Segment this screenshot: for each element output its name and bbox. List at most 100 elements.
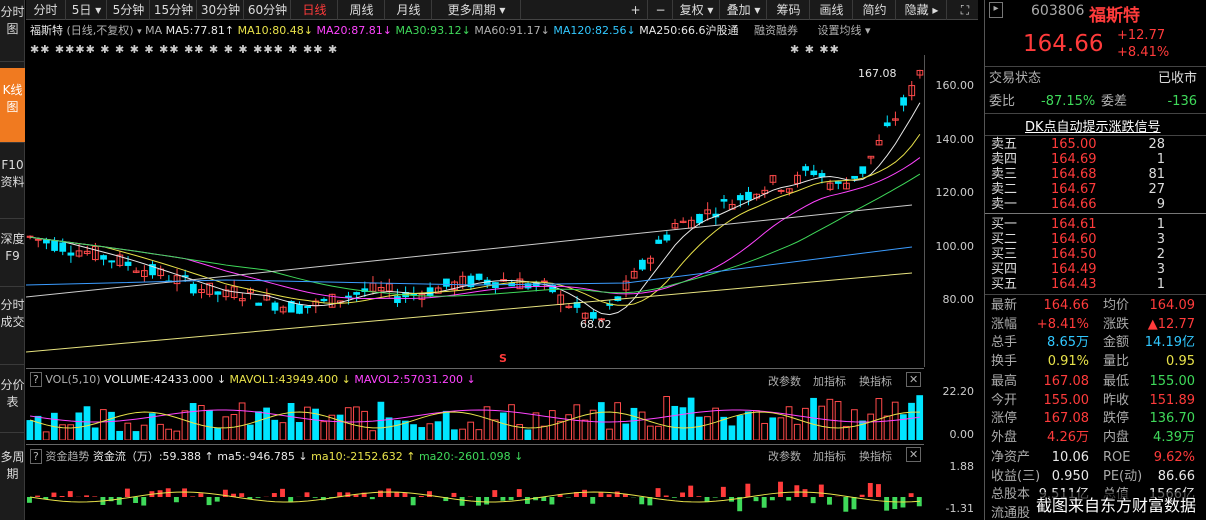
zoom-in-button[interactable]: + bbox=[624, 0, 648, 20]
fund-bar bbox=[206, 497, 212, 506]
period-5min[interactable]: 5分钟 bbox=[108, 0, 150, 20]
fund-bar bbox=[451, 492, 457, 497]
tab-time-share[interactable]: 分时图 bbox=[0, 0, 25, 62]
hide-button[interactable]: 隐藏 ▸ bbox=[897, 0, 947, 20]
volume-bar bbox=[140, 424, 148, 440]
margin-label[interactable]: 融资融券 bbox=[754, 24, 798, 37]
left-sidebar: 分时图 K线图 F10资料 深度F9 分时成交 分价表 多周期 bbox=[0, 0, 25, 520]
vol-swap-indicator-button[interactable]: 换指标 bbox=[859, 373, 892, 389]
volume-bar bbox=[83, 406, 91, 440]
volume-bar bbox=[91, 427, 99, 440]
volume-bar bbox=[777, 417, 785, 440]
tab-kline[interactable]: K线图 bbox=[0, 68, 25, 143]
fund-bar bbox=[867, 482, 873, 497]
period-weekly[interactable]: 周线 bbox=[339, 0, 385, 20]
adjust-button[interactable]: 复权 ▾ bbox=[674, 0, 720, 20]
candle-body bbox=[720, 199, 728, 202]
tab-f10[interactable]: F10资料 bbox=[0, 149, 25, 219]
fund-bar bbox=[67, 491, 73, 497]
ma250-value: MA250:66.6 bbox=[639, 24, 706, 37]
fund-bar bbox=[786, 497, 792, 501]
volume-bar bbox=[206, 410, 213, 440]
period-toolbar: 分时 5日 ▾ 5分钟 15分钟 30分钟 60分钟 日线 周线 月线 更多周期… bbox=[26, 0, 978, 20]
fund-bar bbox=[59, 496, 65, 497]
tab-trades[interactable]: 分时成交 bbox=[0, 293, 25, 365]
vol-tick: 22.20 bbox=[942, 385, 975, 398]
overlay-button[interactable]: 叠加 ▾ bbox=[721, 0, 767, 20]
volume-value: VOLUME:42433.000 bbox=[104, 373, 214, 386]
candle-body bbox=[810, 170, 818, 176]
tab-price-dist[interactable]: 分价表 bbox=[0, 371, 25, 433]
volume-bar bbox=[222, 416, 230, 440]
vol-change-params-button[interactable]: 改参数 bbox=[768, 373, 801, 389]
candle-body bbox=[59, 242, 67, 252]
fund-bar bbox=[908, 493, 914, 497]
period-monthly[interactable]: 月线 bbox=[386, 0, 432, 20]
price-change-pct: +8.41% bbox=[1117, 45, 1170, 60]
fund-bar bbox=[255, 497, 261, 498]
volume-bar bbox=[728, 425, 736, 440]
volume-bar bbox=[622, 423, 630, 440]
fund-bar bbox=[671, 497, 677, 498]
period-daily[interactable]: 日线 bbox=[292, 0, 338, 20]
chips-button[interactable]: 筹码 bbox=[768, 0, 810, 20]
fund-swap-indicator-button[interactable]: 换指标 bbox=[859, 448, 892, 464]
ma-label: MA bbox=[145, 24, 163, 37]
dk-signal-link[interactable]: DK点自动提示涨跌信号 bbox=[1025, 116, 1161, 135]
fund-bar bbox=[214, 497, 220, 502]
fund-change-params-button[interactable]: 改参数 bbox=[768, 448, 801, 464]
volume-bar bbox=[132, 431, 140, 440]
volume-bar bbox=[116, 430, 124, 440]
ma-settings-button[interactable]: 设置均线 ▾ bbox=[817, 24, 870, 37]
period-5day[interactable]: 5日 ▾ bbox=[67, 0, 107, 20]
volume-bar bbox=[173, 430, 181, 440]
vol-close-icon[interactable]: ✕ bbox=[906, 372, 922, 387]
fund-bar bbox=[312, 497, 318, 498]
fund-bar bbox=[402, 492, 408, 497]
fund-bar bbox=[427, 491, 432, 497]
fund-bar bbox=[712, 497, 718, 498]
candle-body bbox=[696, 213, 703, 224]
stat-row: 收益(三) 0.950 PE(动) 86.66 bbox=[991, 468, 1195, 484]
period-more[interactable]: 更多周期 ▾ bbox=[433, 0, 521, 20]
candle-body bbox=[475, 273, 483, 280]
period-15min[interactable]: 15分钟 bbox=[151, 0, 197, 20]
volume-bar bbox=[67, 424, 75, 440]
fund-bar bbox=[582, 489, 588, 497]
fund-bar bbox=[141, 497, 147, 506]
candle-body bbox=[818, 173, 826, 178]
bid-row: 买五 164.43 1 bbox=[991, 277, 1165, 292]
volume-bar bbox=[761, 422, 768, 440]
period-60min[interactable]: 60分钟 bbox=[245, 0, 291, 20]
watermark: 截图来自东方财富数据 bbox=[1032, 492, 1201, 516]
volume-bar bbox=[377, 401, 385, 440]
kline-chart[interactable] bbox=[26, 55, 924, 365]
period-30min[interactable]: 30分钟 bbox=[198, 0, 244, 20]
fullscreen-icon[interactable]: ⛶ bbox=[954, 0, 976, 20]
simple-button[interactable]: 简约 bbox=[854, 0, 896, 20]
vol-add-indicator-button[interactable]: 加指标 bbox=[813, 373, 846, 389]
fund-close-icon[interactable]: ✕ bbox=[906, 447, 922, 462]
candle-body bbox=[320, 298, 328, 302]
fund-flow-value: 资金流（万）:59.388 bbox=[92, 450, 202, 463]
volume-bar bbox=[181, 410, 189, 440]
volume-bar bbox=[108, 411, 115, 440]
zoom-out-button[interactable]: − bbox=[649, 0, 673, 20]
fund-add-indicator-button[interactable]: 加指标 bbox=[813, 448, 846, 464]
stat-row: 涨停 167.08 跌停 136.70 bbox=[991, 411, 1195, 426]
fund-bar bbox=[680, 492, 685, 497]
volume-bar bbox=[785, 406, 793, 440]
volume-bar bbox=[34, 415, 42, 440]
volume-bar bbox=[597, 402, 605, 440]
volume-bar bbox=[418, 427, 426, 440]
draw-button[interactable]: 画线 bbox=[811, 0, 853, 20]
volume-chart bbox=[26, 395, 924, 440]
period-minute[interactable]: 分时 bbox=[26, 0, 66, 20]
fund-bar bbox=[378, 490, 383, 497]
collapse-icon[interactable]: ▸ bbox=[989, 2, 1003, 18]
tab-multi-period[interactable]: 多周期 bbox=[0, 439, 25, 520]
volume-bar bbox=[663, 396, 670, 440]
volume-bar bbox=[189, 403, 197, 440]
fund-bar bbox=[410, 497, 416, 506]
tab-depth[interactable]: 深度F9 bbox=[0, 225, 25, 287]
